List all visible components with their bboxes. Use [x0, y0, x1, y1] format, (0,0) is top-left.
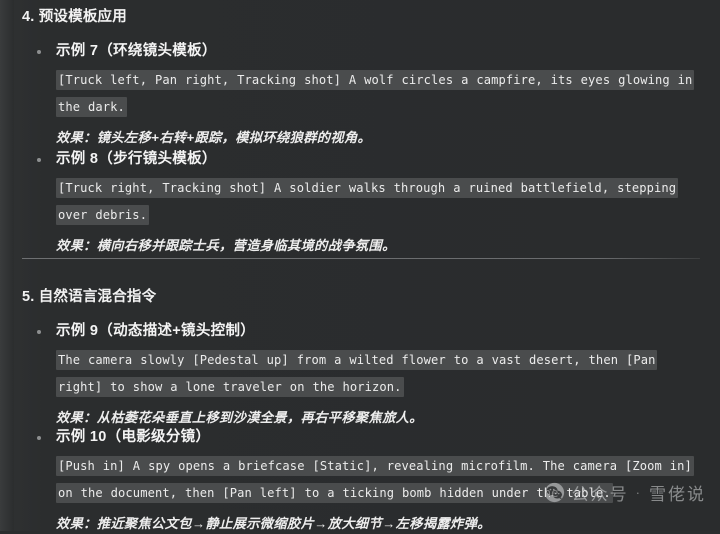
example-title: 示例 8（步行镜头模板） — [56, 151, 217, 167]
code-text: [Truck left, Pan right, Tracking shot] A… — [56, 70, 695, 117]
effect-description: 效果：镜头左移+右转+跟踪，模拟环绕狼群的视角。 — [56, 130, 372, 145]
example-item: 示例 10（电影级分镜） [Push in] A spy opens a bri… — [0, 428, 720, 534]
example-title-row: 示例 9（动态描述+镜头控制） — [0, 322, 720, 341]
example-title-row: 示例 7（环绕镜头模板） — [0, 42, 720, 61]
bullet-dot-icon — [37, 436, 41, 440]
code-text: [Truck right, Tracking shot] A soldier w… — [56, 178, 679, 225]
example-title-row: 示例 8（步行镜头模板） — [0, 150, 720, 169]
section-divider — [22, 258, 700, 259]
bullet-dot-icon — [37, 330, 41, 334]
effect-description: 效果：横向右移并跟踪士兵，营造身临其境的战争氛围。 — [56, 238, 396, 253]
bullet-dot-icon — [37, 158, 41, 162]
code-block: [Push in] A spy opens a briefcase [Stati… — [0, 453, 720, 507]
code-text: The camera slowly [Pedestal up] from a w… — [56, 350, 658, 397]
example-item: 示例 8（步行镜头模板） [Truck right, Tracking shot… — [0, 150, 720, 256]
code-block: [Truck left, Pan right, Tracking shot] A… — [0, 67, 720, 121]
code-block: [Truck right, Tracking shot] A soldier w… — [0, 175, 720, 229]
document-page: 4. 预设模板应用 示例 7（环绕镜头模板） [Truck left, Pan … — [0, 0, 720, 531]
example-item: 示例 9（动态描述+镜头控制） The camera slowly [Pedes… — [0, 322, 720, 428]
bullet-dot-icon — [37, 50, 41, 54]
example-title: 示例 9（动态描述+镜头控制） — [56, 323, 256, 339]
code-block: The camera slowly [Pedestal up] from a w… — [0, 347, 720, 401]
section-heading-4: 4. 预设模板应用 — [22, 9, 127, 25]
effect-description: 效果：从枯萎花朵垂直上移到沙漠全景，再右平移聚焦旅人。 — [56, 410, 423, 425]
section-heading-5: 5. 自然语言混合指令 — [22, 289, 157, 305]
code-text: [Push in] A spy opens a briefcase [Stati… — [56, 456, 694, 503]
example-item: 示例 7（环绕镜头模板） [Truck left, Pan right, Tra… — [0, 42, 720, 148]
example-title: 示例 10（电影级分镜） — [56, 429, 211, 445]
effect-description: 效果：推近聚焦公文包→静止展示微缩胶片→放大细节→左移揭露炸弹。 — [56, 516, 491, 531]
example-title-row: 示例 10（电影级分镜） — [0, 428, 720, 447]
example-title: 示例 7（环绕镜头模板） — [56, 43, 217, 59]
